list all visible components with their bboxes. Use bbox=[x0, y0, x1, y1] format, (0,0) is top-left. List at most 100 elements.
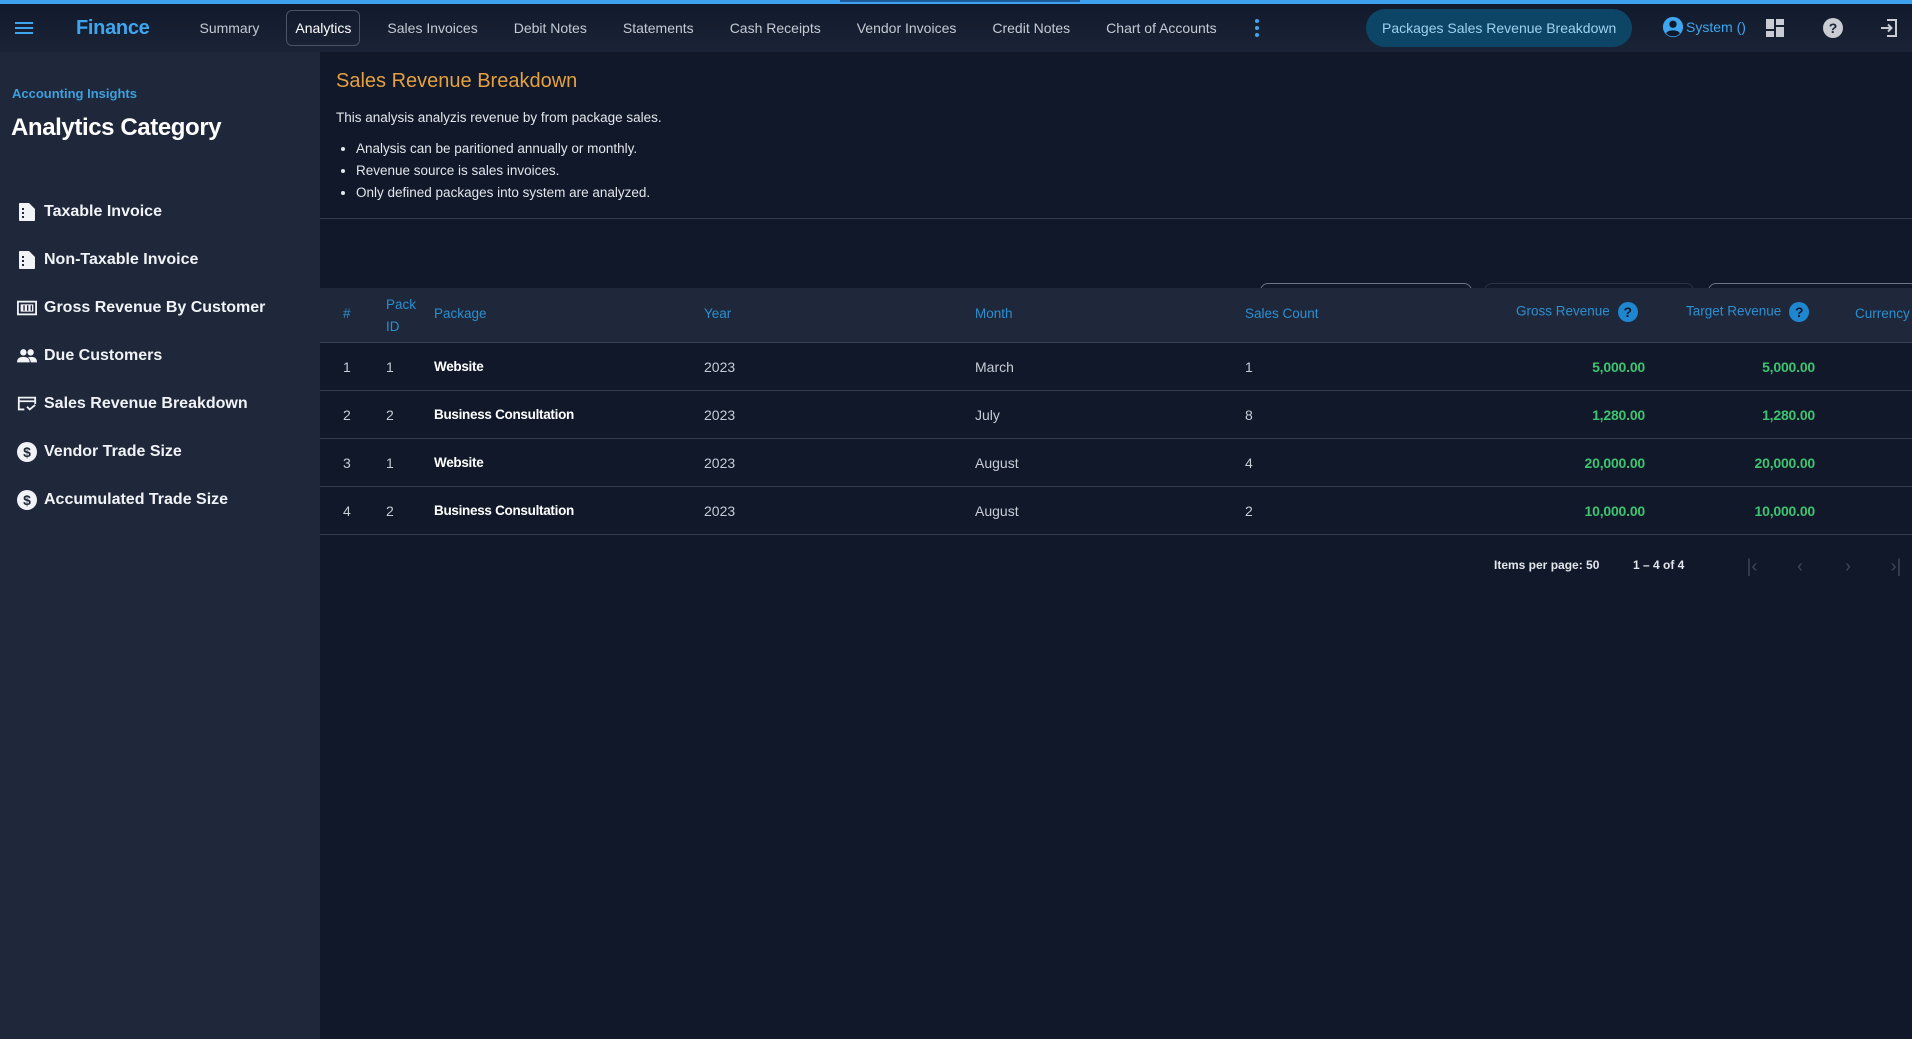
svg-text:$: $ bbox=[23, 444, 31, 460]
cell-index: 2 bbox=[343, 407, 351, 423]
col-header-gross-revenue-label: Gross Revenue bbox=[1516, 303, 1610, 319]
top-nav: Finance Summary Analytics Sales Invoices… bbox=[0, 4, 1912, 52]
sidebar-item-taxable-invoice[interactable]: Taxable Invoice bbox=[0, 188, 320, 236]
cell-sales-count: 1 bbox=[1245, 359, 1253, 375]
col-header-pack-id[interactable]: Pack ID bbox=[386, 294, 416, 338]
bullet-item: Only defined packages into system are an… bbox=[356, 182, 650, 204]
user-label: System () bbox=[1686, 19, 1746, 35]
col-header-month[interactable]: Month bbox=[975, 306, 1013, 321]
cell-month: August bbox=[975, 455, 1019, 471]
sidebar-item-label: Vendor Trade Size bbox=[44, 443, 182, 460]
nav-tabs: Summary Analytics Sales Invoices Debit N… bbox=[181, 10, 1266, 46]
help-icon: ? bbox=[1823, 18, 1843, 38]
sidebar-item-label: Taxable Invoice bbox=[44, 203, 162, 220]
cell-gross-revenue: 20,000.00 bbox=[1584, 455, 1646, 471]
revenue-table: # Pack ID Package Year Month Sales Count … bbox=[320, 288, 1912, 535]
user-menu[interactable]: System () bbox=[1662, 16, 1746, 38]
cell-index: 4 bbox=[343, 503, 351, 519]
help-icon[interactable]: ? bbox=[1789, 302, 1810, 322]
cell-package: Business Consultation bbox=[434, 503, 574, 518]
sidebar-item-label: Accumulated Trade Size bbox=[44, 491, 229, 508]
sidebar-item-due-customers[interactable]: Due Customers bbox=[0, 332, 320, 380]
tab-summary[interactable]: Summary bbox=[190, 10, 268, 46]
bullet-item: Analysis can be paritioned annually or m… bbox=[356, 138, 650, 160]
sidebar: Accounting Insights Analytics Category T… bbox=[0, 52, 320, 1039]
col-header-target-revenue[interactable]: Target Revenue? bbox=[1686, 302, 1810, 322]
tab-credit-notes[interactable]: Credit Notes bbox=[983, 10, 1079, 46]
col-header-package[interactable]: Package bbox=[434, 306, 487, 321]
items-per-page[interactable]: Items per page: 50 bbox=[1494, 558, 1599, 572]
col-header-sales-count[interactable]: Sales Count bbox=[1245, 306, 1319, 321]
cell-year: 2023 bbox=[704, 359, 736, 375]
last-page-icon[interactable]: ›| bbox=[1882, 552, 1910, 580]
col-header-gross-revenue[interactable]: Gross Revenue? bbox=[1516, 302, 1638, 322]
people-icon bbox=[17, 346, 37, 366]
table-row[interactable]: 2 2 Business Consultation 2023 July 8 1,… bbox=[320, 391, 1912, 439]
sidebar-heading: Analytics Category bbox=[11, 114, 222, 141]
tab-statements[interactable]: Statements bbox=[614, 10, 703, 46]
cell-year: 2023 bbox=[704, 455, 736, 471]
menu-button[interactable] bbox=[0, 4, 48, 52]
tab-cash-receipts[interactable]: Cash Receipts bbox=[721, 10, 830, 46]
cell-sales-count: 8 bbox=[1245, 407, 1253, 423]
svg-text:$: $ bbox=[23, 492, 31, 508]
page-title: Sales Revenue Breakdown bbox=[336, 70, 578, 92]
cell-year: 2023 bbox=[704, 407, 736, 423]
tab-analytics[interactable]: Analytics bbox=[286, 10, 361, 46]
dashboard-icon bbox=[1766, 19, 1784, 37]
table-row[interactable]: 1 1 Website 2023 March 1 5,000.00 5,000.… bbox=[320, 343, 1912, 391]
col-header-year[interactable]: Year bbox=[704, 306, 731, 321]
cell-month: March bbox=[975, 359, 1014, 375]
sidebar-list: Taxable Invoice Non-Taxable Invoice Gros… bbox=[0, 188, 320, 524]
brand-title[interactable]: Finance bbox=[76, 17, 150, 40]
tab-chart-of-accounts[interactable]: Chart of Accounts bbox=[1097, 10, 1226, 46]
svg-text:?: ? bbox=[1829, 20, 1838, 36]
more-vert-icon[interactable] bbox=[1247, 10, 1267, 46]
col-header-target-revenue-label: Target Revenue bbox=[1686, 303, 1782, 319]
table-row[interactable]: 3 1 Website 2023 August 4 20,000.00 20,0… bbox=[320, 439, 1912, 487]
col-header-pack-id-line1: Pack bbox=[386, 297, 417, 312]
account-circle-icon bbox=[1662, 16, 1684, 38]
sidebar-item-label: Due Customers bbox=[44, 347, 163, 364]
cell-pack-id: 2 bbox=[386, 503, 394, 519]
current-page-pill[interactable]: Packages Sales Revenue Breakdown bbox=[1366, 9, 1633, 47]
cell-package: Business Consultation bbox=[434, 407, 574, 422]
cell-sales-count: 2 bbox=[1245, 503, 1253, 519]
loading-progress bbox=[840, 0, 1080, 2]
cell-index: 1 bbox=[343, 359, 351, 375]
tab-sales-invoices[interactable]: Sales Invoices bbox=[378, 10, 486, 46]
sidebar-eyebrow: Accounting Insights bbox=[12, 86, 137, 101]
tab-vendor-invoices[interactable]: Vendor Invoices bbox=[848, 10, 966, 46]
page-range: 1 – 4 of 4 bbox=[1633, 558, 1685, 572]
col-header-currency[interactable]: Currency bbox=[1855, 306, 1910, 321]
cell-year: 2023 bbox=[704, 503, 736, 519]
sidebar-item-vendor-trade-size[interactable]: $ Vendor Trade Size bbox=[0, 428, 320, 476]
cell-pack-id: 1 bbox=[386, 455, 394, 471]
cell-month: August bbox=[975, 503, 1019, 519]
help-button[interactable]: ? bbox=[1821, 16, 1845, 40]
cell-target-revenue: 5,000.00 bbox=[1762, 359, 1815, 375]
sidebar-item-sales-revenue-breakdown[interactable]: Sales Revenue Breakdown bbox=[0, 380, 320, 428]
next-page-icon[interactable]: › bbox=[1834, 552, 1862, 580]
cell-index: 3 bbox=[343, 455, 351, 471]
cell-month: July bbox=[975, 407, 1000, 423]
cell-gross-revenue: 10,000.00 bbox=[1584, 503, 1646, 519]
logout-icon bbox=[1881, 19, 1897, 37]
document-icon bbox=[17, 202, 37, 222]
prev-page-icon[interactable]: ‹ bbox=[1786, 552, 1814, 580]
sidebar-item-non-taxable-invoice[interactable]: Non-Taxable Invoice bbox=[0, 236, 320, 284]
logout-button[interactable] bbox=[1877, 16, 1901, 40]
card-check-icon bbox=[17, 394, 37, 414]
sidebar-item-accumulated-trade-size[interactable]: $ Accumulated Trade Size bbox=[0, 476, 320, 524]
cell-target-revenue: 1,280.00 bbox=[1762, 407, 1815, 423]
cell-package: Website bbox=[434, 455, 484, 470]
first-page-icon[interactable]: |‹ bbox=[1738, 552, 1766, 580]
col-header-index[interactable]: # bbox=[343, 306, 351, 321]
bullet-item: Revenue source is sales invoices. bbox=[356, 160, 650, 182]
document-icon bbox=[17, 250, 37, 270]
help-icon[interactable]: ? bbox=[1617, 302, 1638, 322]
dashboard-button[interactable] bbox=[1763, 16, 1787, 40]
table-row[interactable]: 4 2 Business Consultation 2023 August 2 … bbox=[320, 487, 1912, 535]
sidebar-item-gross-revenue-by-customer[interactable]: Gross Revenue By Customer bbox=[0, 284, 320, 332]
tab-debit-notes[interactable]: Debit Notes bbox=[505, 10, 596, 46]
